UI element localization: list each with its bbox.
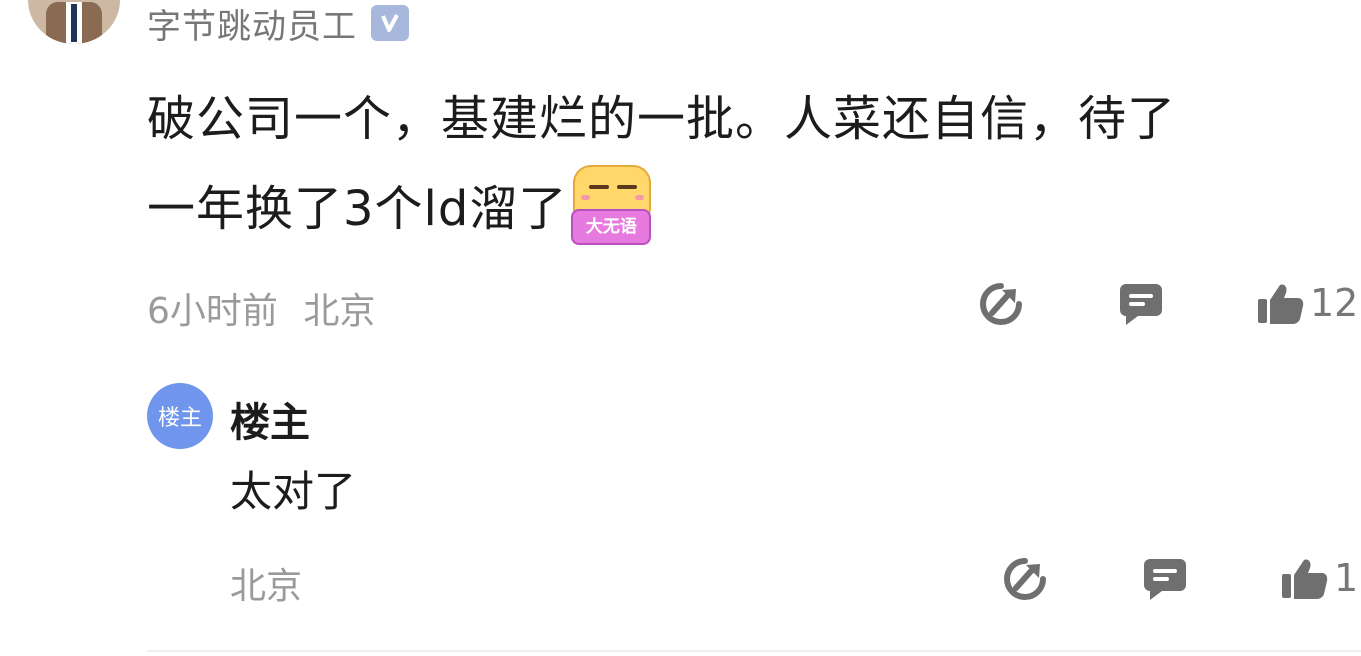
comment-author-row: 字节跳动员工 xyxy=(147,0,409,48)
like-button[interactable]: 12 xyxy=(1256,281,1358,325)
reply-avatar-label: 楼主 xyxy=(157,406,202,431)
comment-text-line: 一年换了3个ld溜了 大无语 xyxy=(147,164,1337,254)
avatar-tie xyxy=(71,4,77,42)
reply-text: 太对了 xyxy=(230,467,357,516)
share-icon[interactable] xyxy=(978,281,1024,327)
thumbs-up-icon xyxy=(1256,281,1304,325)
reply-like-button[interactable]: 1 xyxy=(1280,556,1358,600)
reply-location: 北京 xyxy=(230,566,303,607)
sticker-blush xyxy=(635,195,645,200)
sticker-eye xyxy=(617,185,638,189)
comment-body: 破公司一个，基建烂的一批。人菜还自信，待了 一年换了3个ld溜了 大无语 xyxy=(147,74,1337,254)
comment-time: 6小时前 xyxy=(147,291,278,332)
sticker-blush xyxy=(581,195,591,200)
sticker-label: 大无语 xyxy=(571,209,652,245)
divider xyxy=(147,650,1361,652)
sticker-eye xyxy=(589,185,610,189)
user-avatar[interactable] xyxy=(28,0,120,44)
like-count: 12 xyxy=(1310,281,1359,325)
reply-comment-icon[interactable] xyxy=(1142,556,1188,602)
comment-location: 北京 xyxy=(303,291,376,332)
reply-author-name[interactable]: 楼主 xyxy=(230,390,310,448)
comment-author-name[interactable]: 字节跳动员工 xyxy=(147,0,357,48)
sticker-emoji-icon: 大无语 xyxy=(571,165,652,245)
reply-avatar[interactable]: 楼主 xyxy=(147,383,213,449)
comment-text-line: 破公司一个，基建烂的一批。人菜还自信，待了 xyxy=(147,91,1177,147)
verified-badge-icon xyxy=(371,5,409,41)
comment-icon[interactable] xyxy=(1118,281,1164,327)
comment-meta: 6小时前 北京 xyxy=(147,282,375,334)
reply-like-count: 1 xyxy=(1334,556,1359,600)
comment-text-line2: 一年换了3个ld溜了 xyxy=(147,181,568,237)
thumbs-up-icon xyxy=(1280,556,1328,600)
reply-share-icon[interactable] xyxy=(1002,556,1048,602)
